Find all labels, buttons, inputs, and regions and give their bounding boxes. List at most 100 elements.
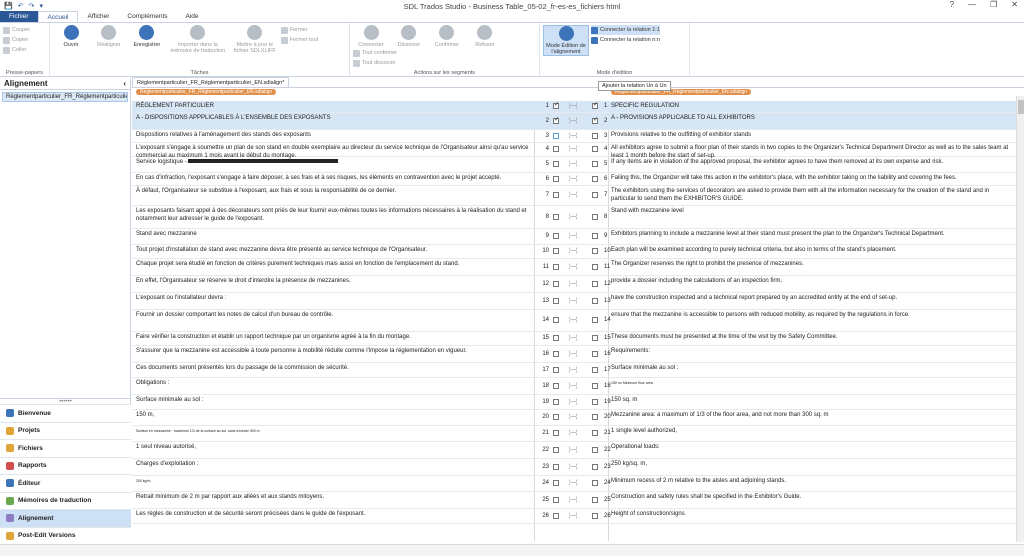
tab-accueil[interactable]: Accueil xyxy=(37,11,79,22)
connection-line[interactable]: ¦----¦ xyxy=(569,248,578,254)
source-segment-text[interactable]: Ces documents seront présentés lors du p… xyxy=(136,365,536,373)
connection-line[interactable]: ¦----¦ xyxy=(569,176,578,182)
cut-button[interactable]: Couper xyxy=(3,25,46,35)
segment-row[interactable]: Tout projet d'installation de stand avec… xyxy=(132,245,1016,259)
source-segment-text[interactable]: S'assurer que la mezzanine est accessibl… xyxy=(136,348,536,356)
source-segment-text[interactable]: RÉGLEMENT PARTICULIER xyxy=(136,103,536,111)
close-button[interactable]: Fermer xyxy=(280,25,318,35)
collapse-icon[interactable]: ‹ xyxy=(123,79,126,88)
source-segment-text[interactable]: À défaut, l'Organisateur se substitue à … xyxy=(136,188,536,196)
realign-button[interactable]: Réaligner xyxy=(91,25,127,48)
source-segment-checkbox[interactable] xyxy=(553,161,559,167)
disconnect-button[interactable]: Dissocier xyxy=(391,25,427,48)
source-segment-checkbox[interactable] xyxy=(553,414,559,420)
nav-item-bienvenue[interactable]: Bienvenue xyxy=(0,404,131,422)
connection-line[interactable]: ¦----¦ xyxy=(569,351,578,357)
close-all-button[interactable]: Fermer tout xyxy=(280,35,318,45)
segment-row[interactable]: Retrait minimum de 2 m par rapport aux a… xyxy=(132,492,1016,509)
nav-item-post-edit-versions[interactable]: Post-Edit Versions xyxy=(0,526,131,544)
target-segment-checkbox[interactable] xyxy=(592,280,598,287)
refuse-button[interactable]: Refuser xyxy=(467,25,503,48)
connection-line[interactable]: ¦----¦ xyxy=(569,103,578,109)
target-segment-checkbox[interactable] xyxy=(592,192,598,198)
segment-row[interactable]: En cas d'infraction, l'exposant s'engage… xyxy=(132,173,1016,186)
source-segment-text[interactable]: Surface en mezzanine : maximum 1/3 de la… xyxy=(136,428,536,436)
target-segment-checkbox[interactable] xyxy=(592,496,598,503)
target-segment-text[interactable]: A - PROVISIONS APPLICABLE TO ALL EXHIBIT… xyxy=(611,115,1011,123)
nav-item-alignement[interactable]: Alignement xyxy=(0,509,131,527)
segment-row[interactable]: Faire vérifier la construction et établi… xyxy=(132,332,1016,346)
update-sdlxliff-button[interactable]: Mettre à jour le fichier SDLXLIFF xyxy=(231,25,279,54)
source-segment-text[interactable]: Charges d'exploitation : xyxy=(136,461,536,469)
segment-row[interactable]: Surface minimale au sol :19 ¦----¦ 19 150 s… xyxy=(132,395,1016,410)
connection-line[interactable]: ¦----¦ xyxy=(569,464,578,470)
segment-row[interactable]: Ces documents seront présentés lors du p… xyxy=(132,363,1016,378)
connection-line[interactable]: ¦----¦ xyxy=(569,133,578,139)
target-segment-text[interactable]: Each plan will be examined according to … xyxy=(611,247,1011,255)
connection-line[interactable]: ¦----¦ xyxy=(569,281,578,287)
segment-row[interactable]: L'exposant ou l'installateur devra : 13 ¦-… xyxy=(132,293,1016,310)
source-segment-checkbox[interactable] xyxy=(553,480,559,486)
connection-line[interactable]: ¦----¦ xyxy=(569,414,578,420)
undo-icon[interactable]: ↶ xyxy=(18,2,24,10)
scroll-thumb[interactable] xyxy=(1018,100,1024,114)
segment-row[interactable]: S'assurer que la mezzanine est accessibl… xyxy=(132,346,1016,363)
connection-line[interactable]: ¦----¦ xyxy=(569,317,578,323)
tab-afficher[interactable]: Afficher xyxy=(78,11,118,22)
target-segment-checkbox[interactable] xyxy=(592,382,598,389)
tab-aide[interactable]: Aide xyxy=(177,11,208,22)
source-segment-text[interactable]: Fournir un dossier comportant les notes … xyxy=(136,312,536,320)
target-segment-text[interactable]: Construction and safety rules shall be s… xyxy=(611,494,1011,502)
source-segment-checkbox[interactable] xyxy=(553,132,559,139)
source-segment-text[interactable]: Tout projet d'installation de stand avec… xyxy=(136,247,536,255)
source-segment-text[interactable]: Retrait minimum de 2 m par rapport aux a… xyxy=(136,494,536,502)
target-segment-text[interactable]: If any items are in violation of the app… xyxy=(611,159,1011,167)
target-segment-text[interactable]: Failing this, the Organizer will take th… xyxy=(611,175,1011,183)
connection-line[interactable]: ¦----¦ xyxy=(569,192,578,198)
connect-button[interactable]: Connecter xyxy=(353,25,389,48)
connection-line[interactable]: ¦----¦ xyxy=(569,430,578,436)
connection-line[interactable]: ¦----¦ xyxy=(569,513,578,519)
disconnect-all-button[interactable]: Tout dissocier xyxy=(353,58,397,68)
target-segment-text[interactable]: have the construction inspected and a te… xyxy=(611,295,1011,303)
save-button[interactable]: Enregistrer xyxy=(129,25,165,48)
source-segment-checkbox[interactable] xyxy=(553,335,559,341)
connect-nn-button[interactable]: Connecter la relation n:n xyxy=(590,35,660,45)
source-segment-checkbox[interactable] xyxy=(553,101,559,109)
source-segment-text[interactable]: Service logistique - xyxy=(136,159,536,167)
open-button[interactable]: Ouvrir xyxy=(53,25,89,48)
source-segment-checkbox[interactable] xyxy=(553,192,559,198)
source-segment-checkbox[interactable] xyxy=(553,263,559,270)
source-segment-text[interactable]: Faire vérifier la construction et établi… xyxy=(136,334,536,342)
segment-row[interactable]: Les règles de construction et de sécurit… xyxy=(132,509,1016,524)
segment-row[interactable]: Service logistique - 5 ¦----¦ 5 If any item… xyxy=(132,157,1016,173)
target-segment-text[interactable]: The Organizer reserves the right to proh… xyxy=(611,261,1011,269)
source-segment-text[interactable]: L'exposant ou l'installateur devra : xyxy=(136,295,536,303)
tab-complements[interactable]: Compléments xyxy=(118,11,176,22)
target-segment-text[interactable]: Minimum recess of 2 m relative to the ai… xyxy=(611,478,1011,486)
save-qat-icon[interactable]: 💾 xyxy=(4,2,13,10)
source-segment-checkbox[interactable] xyxy=(553,280,559,287)
source-segment-text[interactable]: 150 m, xyxy=(136,412,536,420)
target-segment-text[interactable]: 1 single level authorized, xyxy=(611,428,1011,436)
connection-line[interactable]: ¦----¦ xyxy=(569,161,578,167)
alignment-edit-mode-button[interactable]: Mode Édition de l'alignement xyxy=(543,25,589,56)
source-segment-checkbox[interactable] xyxy=(553,248,559,254)
source-segment-checkbox[interactable] xyxy=(553,317,559,323)
target-segment-text[interactable]: 150 m² Minimum floor area xyxy=(611,380,1011,388)
target-segment-checkbox[interactable] xyxy=(592,248,598,254)
source-segment-checkbox[interactable] xyxy=(553,463,559,470)
target-segment-checkbox[interactable] xyxy=(592,446,598,453)
target-segment-checkbox[interactable] xyxy=(592,101,598,109)
segment-row[interactable]: En effet, l'Organisateur se réserve le d… xyxy=(132,276,1016,293)
connection-line[interactable]: ¦----¦ xyxy=(569,335,578,341)
segment-row[interactable]: 1 seul niveau autorisé, 22 ¦----¦ 22 Operati… xyxy=(132,442,1016,459)
segment-row[interactable]: Charges d'exploitation :23 ¦----¦ 23 250 kg… xyxy=(132,459,1016,476)
import-tm-button[interactable]: Importer dans la mémoire de traduction xyxy=(167,25,229,54)
segment-row[interactable]: A - DISPOSITIONS APPPLICABLES À L'ENSEMB… xyxy=(132,113,1016,130)
alignment-file-item[interactable]: Réglementparticulier_FR_Réglementparticu… xyxy=(2,92,128,102)
connection-line[interactable]: ¦----¦ xyxy=(569,383,578,389)
source-segment-text[interactable]: 250 kg/m, xyxy=(136,478,536,486)
target-segment-checkbox[interactable] xyxy=(592,297,598,304)
target-segment-checkbox[interactable] xyxy=(592,366,598,373)
